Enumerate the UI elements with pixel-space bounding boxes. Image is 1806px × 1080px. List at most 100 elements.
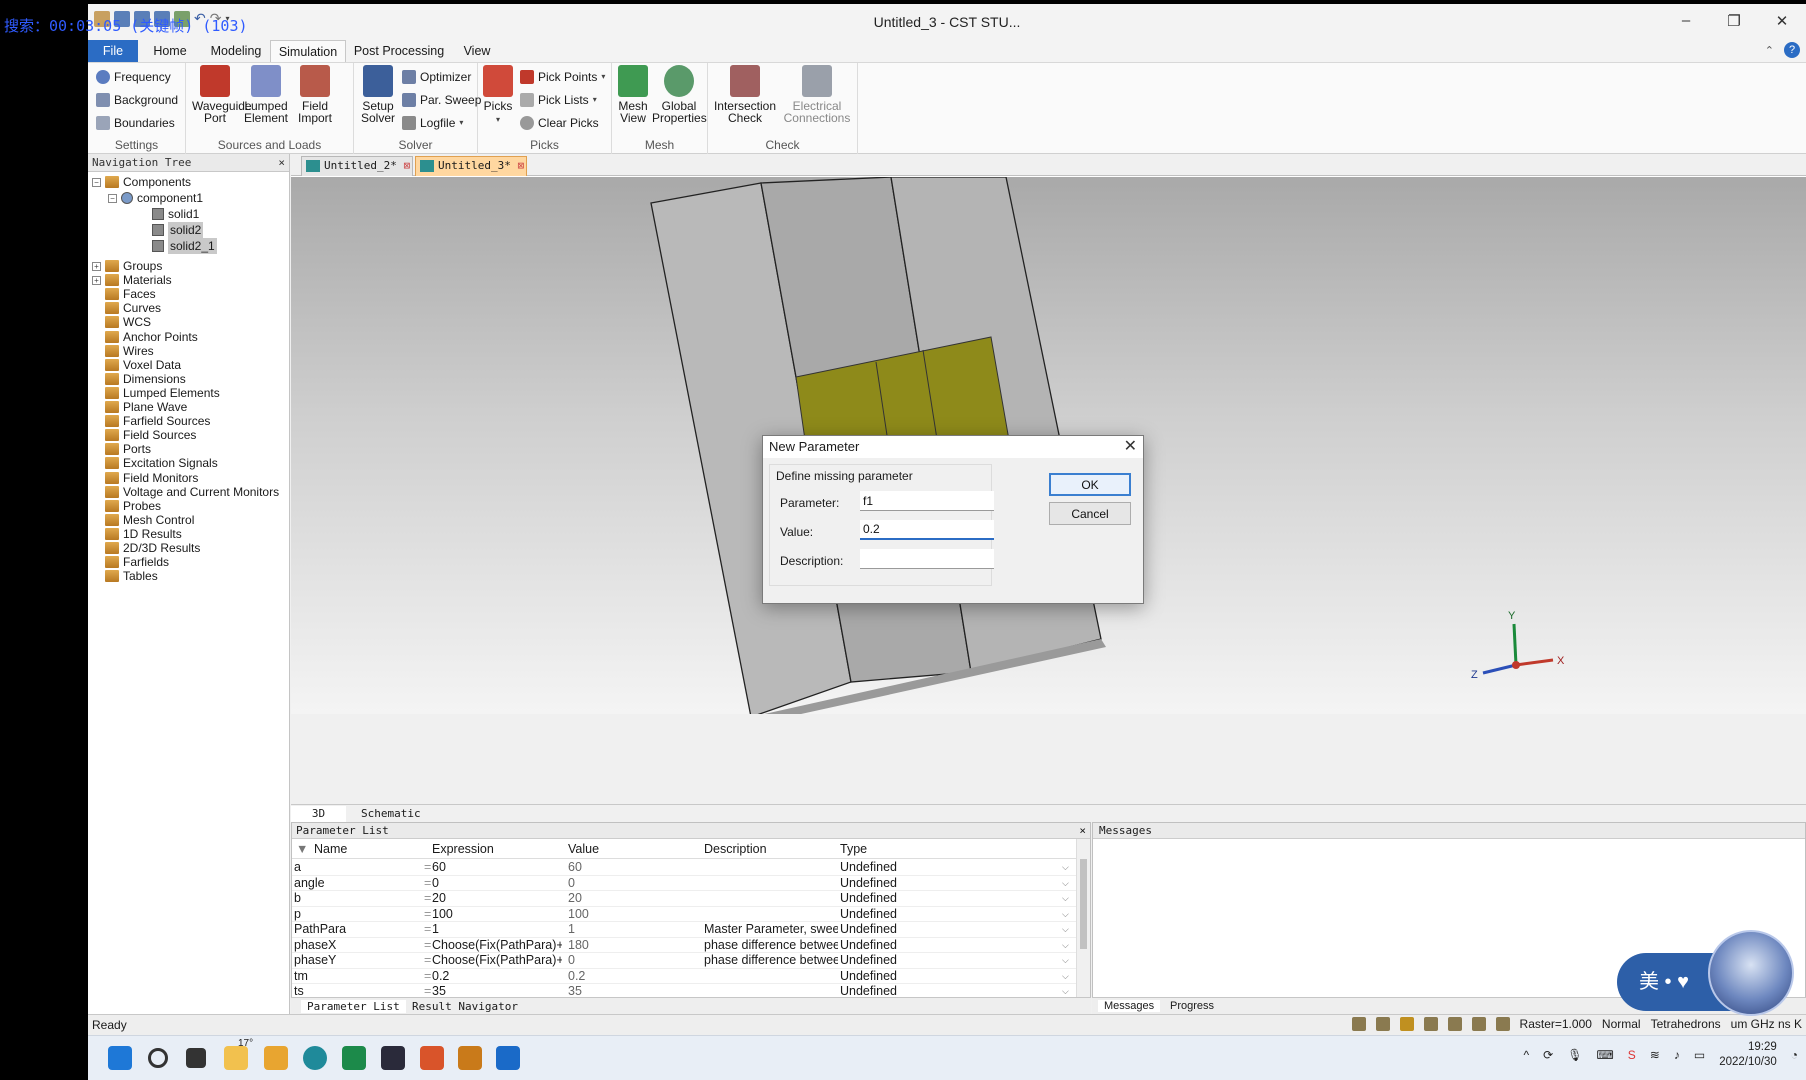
pan-icon[interactable] bbox=[1375, 1017, 1390, 1031]
cell-type[interactable]: Undefined bbox=[840, 860, 990, 875]
tab-progress[interactable]: Progress bbox=[1164, 1000, 1220, 1012]
cell-expr[interactable]: 20 bbox=[432, 891, 562, 906]
view-mode[interactable]: Normal bbox=[1602, 1017, 1641, 1031]
file-explorer-icon[interactable] bbox=[264, 1046, 288, 1070]
pick-lists-button[interactable]: Pick Lists ▾ bbox=[520, 90, 597, 110]
chevron-down-icon[interactable]: ⌵ bbox=[1062, 891, 1069, 906]
chevron-down-icon[interactable]: ⌵ bbox=[1062, 860, 1069, 875]
cell-name[interactable]: b bbox=[294, 891, 414, 906]
cell-value[interactable]: 0.2 bbox=[568, 969, 698, 984]
dialog-close-button[interactable]: ✕ bbox=[1124, 436, 1137, 458]
expand-icon[interactable] bbox=[92, 346, 101, 355]
column-value[interactable]: Value bbox=[568, 842, 599, 856]
wifi-icon[interactable]: ≋ bbox=[1650, 1048, 1660, 1062]
field-import-button[interactable]: Field Import bbox=[294, 65, 336, 124]
tree-item-solid2[interactable]: solid2 bbox=[152, 222, 204, 238]
task-view-icon[interactable] bbox=[186, 1048, 206, 1068]
cell-name[interactable]: p bbox=[294, 907, 414, 922]
tab-messages[interactable]: Messages bbox=[1098, 1000, 1161, 1012]
pick-points-button[interactable]: Pick Points ▾ bbox=[520, 67, 605, 87]
ime-icon[interactable]: ⌨ bbox=[1596, 1048, 1613, 1062]
cell-type[interactable]: Undefined bbox=[840, 953, 990, 968]
units-display[interactable]: um GHz ns K bbox=[1731, 1017, 1802, 1031]
minimize-button[interactable]: – bbox=[1662, 4, 1710, 37]
cell-name[interactable]: phaseY bbox=[294, 953, 414, 968]
chevron-down-icon[interactable]: ⌵ bbox=[1062, 984, 1069, 998]
tree-item-solid1[interactable]: solid1 bbox=[152, 206, 199, 222]
mesh-type[interactable]: Tetrahedrons bbox=[1651, 1017, 1721, 1031]
cell-value[interactable]: 0 bbox=[568, 953, 698, 968]
tab-post-processing[interactable]: Post Processing bbox=[346, 40, 452, 62]
lumped-element-button[interactable]: Lumped Element bbox=[242, 65, 290, 124]
expand-icon[interactable] bbox=[92, 529, 101, 538]
column-name[interactable]: Name bbox=[314, 842, 347, 856]
cell-type[interactable]: Undefined bbox=[840, 922, 990, 937]
column-type[interactable]: Type bbox=[840, 842, 867, 856]
close-icon[interactable]: ⊠ bbox=[517, 159, 524, 172]
raster-value[interactable]: Raster=1.000 bbox=[1520, 1017, 1592, 1031]
table-row[interactable]: angle 0 0 Undefined = ⌵ bbox=[292, 876, 1077, 891]
cell-value[interactable]: 20 bbox=[568, 891, 698, 906]
cell-type[interactable]: Undefined bbox=[840, 984, 990, 998]
mesh-view-button[interactable]: Mesh View bbox=[616, 65, 650, 124]
boundaries-button[interactable]: Boundaries bbox=[96, 113, 175, 133]
ok-button[interactable]: OK bbox=[1049, 473, 1131, 496]
table-row[interactable]: b 20 20 Undefined = ⌵ bbox=[292, 891, 1077, 907]
cell-type[interactable]: Undefined bbox=[840, 876, 990, 891]
cell-value[interactable]: 100 bbox=[568, 907, 698, 922]
app-cube-icon[interactable] bbox=[381, 1046, 405, 1070]
tree-item-tables[interactable]: Tables bbox=[92, 568, 158, 584]
table-row[interactable]: PathPara 1 1 Master Parameter, swee... Undef… bbox=[292, 922, 1077, 938]
parameter-list-scrollbar[interactable] bbox=[1076, 839, 1090, 997]
cell-value[interactable]: 60 bbox=[568, 860, 698, 875]
doc-tab-untitled-3[interactable]: Untitled_3* ⊠ bbox=[415, 156, 527, 176]
global-properties-button[interactable]: Global Properties bbox=[652, 65, 707, 124]
cell-name[interactable]: ts bbox=[294, 984, 414, 998]
search-icon[interactable] bbox=[148, 1048, 168, 1068]
cell-expr[interactable]: 0 bbox=[432, 876, 562, 891]
restore-button[interactable]: ❐ bbox=[1710, 4, 1758, 37]
chevron-down-icon[interactable]: ⌵ bbox=[1062, 953, 1069, 968]
cell-expr[interactable]: 35 bbox=[432, 984, 562, 998]
tray-chevron-icon[interactable]: ^ bbox=[1524, 1048, 1530, 1062]
expand-icon[interactable] bbox=[92, 544, 101, 553]
close-button[interactable]: ✕ bbox=[1758, 4, 1806, 37]
cell-value[interactable]: 0 bbox=[568, 876, 698, 891]
close-icon[interactable]: × bbox=[278, 154, 285, 172]
cell-name[interactable]: tm bbox=[294, 969, 414, 984]
cell-value[interactable]: 180 bbox=[568, 938, 698, 953]
expand-icon[interactable] bbox=[92, 318, 101, 327]
cell-name[interactable]: angle bbox=[294, 876, 414, 891]
par-sweep-button[interactable]: Par. Sweep bbox=[402, 90, 481, 110]
parameter-field[interactable] bbox=[860, 491, 994, 511]
chevron-down-icon[interactable]: ⌵ bbox=[1062, 922, 1069, 937]
matlab-icon[interactable] bbox=[420, 1046, 444, 1070]
cell-expr[interactable]: Choose(Fix(PathPara)+1,... bbox=[432, 953, 562, 968]
clear-picks-button[interactable]: Clear Picks bbox=[520, 113, 599, 133]
notification-icon[interactable]: ◔ bbox=[1791, 1048, 1798, 1062]
collapse-icon[interactable]: − bbox=[92, 177, 101, 187]
volume-icon[interactable]: ♪ bbox=[1674, 1048, 1680, 1062]
cell-expr[interactable]: 100 bbox=[432, 907, 562, 922]
column-expression[interactable]: Expression bbox=[432, 842, 494, 856]
expand-icon[interactable] bbox=[92, 501, 101, 510]
rotate-icon[interactable] bbox=[1399, 1017, 1414, 1031]
value-field[interactable] bbox=[860, 520, 994, 540]
tab-schematic[interactable]: Schematic bbox=[351, 806, 431, 822]
doc-tab-untitled-2[interactable]: Untitled_2* ⊠ bbox=[301, 156, 413, 176]
weather-icon[interactable]: 17° bbox=[224, 1038, 253, 1070]
cell-value[interactable]: 35 bbox=[568, 984, 698, 998]
expand-icon[interactable] bbox=[92, 374, 101, 383]
picks-button[interactable]: Picks ▾ bbox=[482, 65, 514, 126]
cell-name[interactable]: a bbox=[294, 860, 414, 875]
clock[interactable]: 19:29 2022/10/30 bbox=[1719, 1040, 1777, 1070]
tab-result-navigator[interactable]: Result Navigator bbox=[406, 1000, 524, 1013]
battery-icon[interactable]: ▭ bbox=[1694, 1048, 1705, 1062]
chevron-down-icon[interactable]: ⌵ bbox=[1062, 907, 1069, 922]
electrical-connections-button[interactable]: Electrical Connections bbox=[782, 65, 852, 124]
filter-icon[interactable]: ▼ bbox=[296, 842, 308, 856]
expand-icon[interactable] bbox=[92, 515, 101, 524]
chevron-down-icon[interactable]: ⌵ bbox=[1062, 938, 1069, 953]
table-row[interactable]: phaseX Choose(Fix(PathPara)+1,... 180 phase… bbox=[292, 938, 1077, 953]
edge-icon[interactable] bbox=[303, 1046, 327, 1070]
